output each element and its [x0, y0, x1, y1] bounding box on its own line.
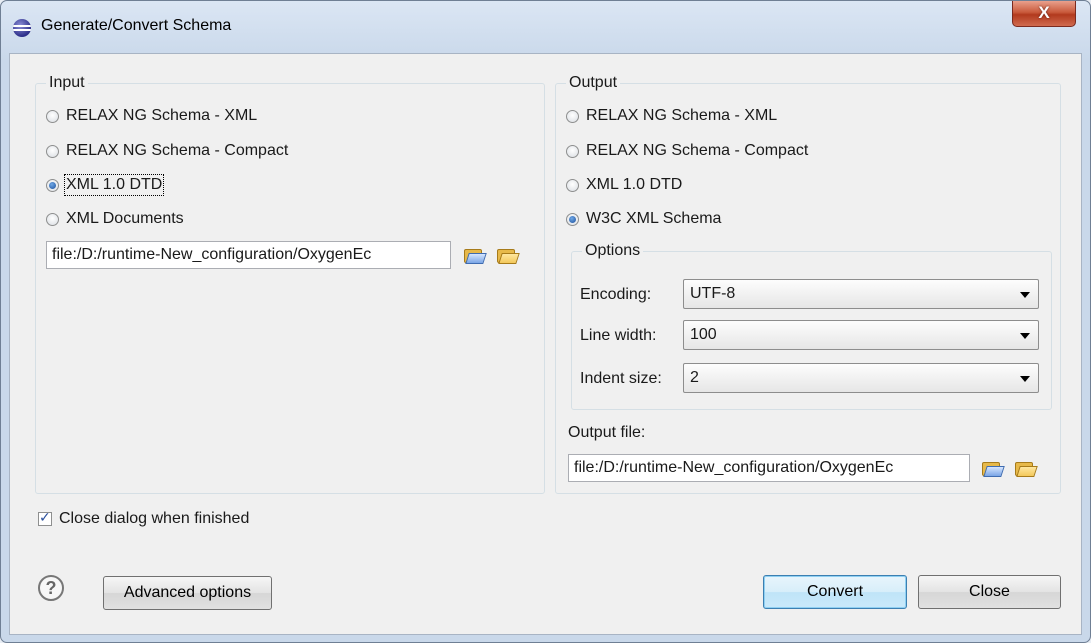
title-bar[interactable]: Generate/Convert Schema X	[1, 1, 1090, 53]
radio-button[interactable]	[566, 212, 579, 226]
encoding-label: Encoding:	[580, 286, 652, 303]
close-when-finished-row[interactable]: Close dialog when finished	[38, 509, 250, 528]
input-legend: Input	[46, 73, 88, 93]
close-window-button[interactable]: X	[1012, 1, 1076, 27]
close-when-finished-label: Close dialog when finished	[59, 510, 250, 527]
input-option-relaxng-xml[interactable]: RELAX NG Schema - XML	[46, 105, 257, 127]
radio-label: RELAX NG Schema - Compact	[66, 142, 289, 159]
input-option-relaxng-compact[interactable]: RELAX NG Schema - Compact	[46, 140, 288, 162]
eclipse-app-icon	[13, 19, 31, 37]
radio-button[interactable]	[46, 212, 59, 226]
radio-label: RELAX NG Schema - Compact	[586, 142, 809, 159]
help-icon[interactable]: ?	[38, 575, 64, 601]
output-group: Output RELAX NG Schema - XML RELAX NG Sc…	[555, 73, 1061, 494]
browse-folder-icon[interactable]	[497, 247, 520, 265]
close-icon: X	[1038, 3, 1050, 22]
radio-label: XML Documents	[66, 210, 184, 227]
radio-button[interactable]	[46, 178, 59, 192]
input-file-field[interactable]: file:/D:/runtime-New_configuration/Oxyge…	[46, 241, 451, 269]
input-group: Input RELAX NG Schema - XML RELAX NG Sch…	[35, 73, 545, 494]
dialog-window: Generate/Convert Schema X Input RELAX NG…	[0, 0, 1091, 643]
radio-button[interactable]	[46, 109, 59, 123]
dialog-body: Input RELAX NG Schema - XML RELAX NG Sch…	[9, 53, 1082, 635]
indent-size-value: 2	[690, 369, 699, 386]
chevron-down-icon	[1020, 333, 1030, 339]
advanced-options-button[interactable]: Advanced options	[103, 576, 272, 610]
browse-url-icon[interactable]	[464, 247, 487, 265]
output-option-relaxng-xml[interactable]: RELAX NG Schema - XML	[566, 105, 777, 127]
radio-label: RELAX NG Schema - XML	[66, 107, 258, 124]
output-option-w3c-schema[interactable]: W3C XML Schema	[566, 208, 721, 230]
convert-button[interactable]: Convert	[763, 575, 907, 609]
window-title: Generate/Convert Schema	[41, 17, 232, 34]
radio-button[interactable]	[566, 144, 579, 158]
close-button[interactable]: Close	[918, 575, 1061, 609]
encoding-value: UTF-8	[690, 285, 736, 302]
radio-label: XML 1.0 DTD	[586, 176, 683, 193]
input-option-xml-documents[interactable]: XML Documents	[46, 208, 184, 230]
output-option-relaxng-compact[interactable]: RELAX NG Schema - Compact	[566, 140, 808, 162]
line-width-select[interactable]: 100	[683, 320, 1039, 350]
encoding-select[interactable]: UTF-8	[683, 279, 1039, 309]
browse-folder-icon[interactable]	[1015, 460, 1038, 478]
radio-button[interactable]	[566, 109, 579, 123]
radio-label: XML 1.0 DTD	[63, 174, 165, 196]
indent-size-select[interactable]: 2	[683, 363, 1039, 393]
output-file-field[interactable]: file:/D:/runtime-New_configuration/Oxyge…	[568, 454, 970, 482]
output-option-xml-dtd[interactable]: XML 1.0 DTD	[566, 174, 682, 196]
browse-url-icon[interactable]	[982, 460, 1005, 478]
radio-button[interactable]	[46, 144, 59, 158]
chevron-down-icon	[1020, 376, 1030, 382]
radio-label: W3C XML Schema	[586, 210, 722, 227]
indent-size-label: Indent size:	[580, 370, 662, 387]
output-file-label: Output file:	[568, 424, 646, 441]
options-group: Options Encoding: UTF-8 Line width: 100 …	[571, 241, 1052, 410]
input-option-xml-dtd[interactable]: XML 1.0 DTD	[46, 174, 165, 196]
chevron-down-icon	[1020, 292, 1030, 298]
close-when-finished-checkbox[interactable]	[38, 509, 52, 526]
line-width-label: Line width:	[580, 327, 657, 344]
options-legend: Options	[582, 241, 644, 261]
line-width-value: 100	[690, 326, 717, 343]
radio-button[interactable]	[566, 178, 579, 192]
radio-label: RELAX NG Schema - XML	[586, 107, 778, 124]
output-legend: Output	[566, 73, 621, 93]
